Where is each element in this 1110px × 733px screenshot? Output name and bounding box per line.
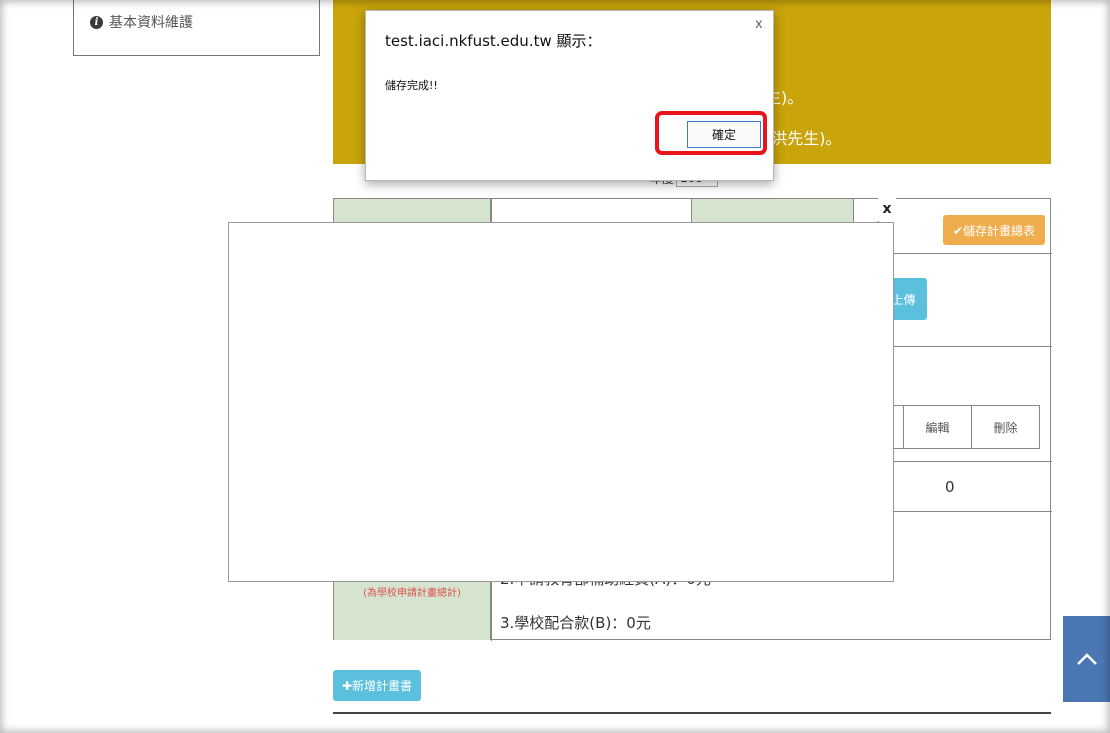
- info-icon: i: [90, 15, 103, 29]
- delete-header: 刪除: [971, 406, 1039, 448]
- ok-button[interactable]: 確定: [687, 121, 761, 148]
- sidebar-menu: i 基本資料維護: [73, 0, 320, 56]
- notice-line-2: (洪先生)。: [765, 129, 842, 148]
- alert-dialog: test.iaci.nkfust.edu.tw 顯示： x 儲存完成!! 確定: [365, 10, 774, 181]
- total-value: 0: [945, 478, 955, 496]
- popup-window: [228, 222, 894, 582]
- sidebar-item-label: 基本資料維護: [109, 15, 193, 31]
- add-plan-button[interactable]: ✚新增計畫書: [333, 670, 421, 701]
- alert-title: test.iaci.nkfust.edu.tw 顯示：: [385, 32, 602, 50]
- chevron-up-icon: [1076, 653, 1097, 665]
- divider: [333, 712, 1051, 714]
- alert-close-icon[interactable]: x: [755, 17, 763, 32]
- scroll-to-top-button[interactable]: [1063, 616, 1110, 702]
- close-icon[interactable]: x: [878, 198, 896, 220]
- fund-line-school: 3.學校配合款(B)：0元: [500, 614, 651, 632]
- save-plan-summary-button[interactable]: ✔儲存計畫總表: [943, 215, 1045, 245]
- alert-message: 儲存完成!!: [385, 79, 438, 92]
- school-total-note: (為學校申請計畫總計): [363, 588, 461, 599]
- edit-header: 編輯: [903, 406, 971, 448]
- sidebar-item-basic-data[interactable]: i 基本資料維護: [90, 12, 193, 32]
